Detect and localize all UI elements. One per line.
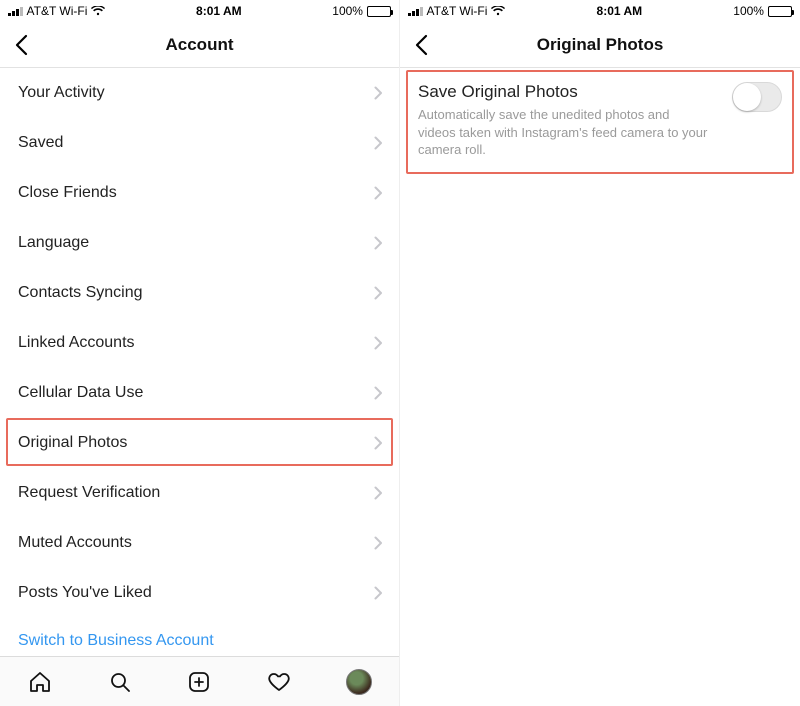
row-cellular-data-use[interactable]: Cellular Data Use [0, 368, 399, 418]
toggle-knob [733, 83, 761, 111]
chevron-right-icon [374, 336, 383, 350]
settings-list: Your Activity Saved Close Friends Langua… [0, 68, 399, 656]
tab-profile[interactable] [345, 668, 373, 696]
battery-icon [768, 6, 792, 17]
row-contacts-syncing[interactable]: Contacts Syncing [0, 268, 399, 318]
clock: 8:01 AM [597, 4, 643, 18]
row-label: Cellular Data Use [18, 384, 143, 402]
chevron-right-icon [374, 586, 383, 600]
tab-home[interactable] [26, 668, 54, 696]
tab-create[interactable] [185, 668, 213, 696]
row-label: Request Verification [18, 484, 160, 502]
carrier-label: AT&T Wi-Fi [27, 4, 88, 18]
tab-bar [0, 656, 399, 706]
row-request-verification[interactable]: Request Verification [0, 468, 399, 518]
row-label: Your Activity [18, 84, 105, 102]
row-label: Contacts Syncing [18, 284, 143, 302]
page-title: Account [166, 35, 234, 55]
status-bar: AT&T Wi-Fi 8:01 AM 100% [400, 0, 800, 22]
row-label: Language [18, 234, 89, 252]
row-language[interactable]: Language [0, 218, 399, 268]
screen-account: AT&T Wi-Fi 8:01 AM 100% Account Your Act… [0, 0, 400, 706]
nav-bar: Original Photos [400, 22, 800, 68]
row-label: Original Photos [18, 434, 127, 452]
row-label: Muted Accounts [18, 534, 132, 552]
battery-percent: 100% [332, 4, 363, 18]
battery-icon [367, 6, 391, 17]
status-bar: AT&T Wi-Fi 8:01 AM 100% [0, 0, 399, 22]
chevron-right-icon [374, 286, 383, 300]
row-label: Saved [18, 134, 63, 152]
setting-description: Automatically save the unedited photos a… [418, 106, 708, 159]
row-original-photos[interactable]: Original Photos [0, 418, 399, 468]
row-label: Posts You've Liked [18, 584, 152, 602]
row-saved[interactable]: Saved [0, 118, 399, 168]
avatar [346, 669, 372, 695]
setting-save-original-photos: Save Original Photos Automatically save … [400, 68, 800, 175]
tab-activity[interactable] [265, 668, 293, 696]
chevron-right-icon [374, 86, 383, 100]
switch-to-business-account[interactable]: Switch to Business Account [0, 618, 399, 656]
back-button[interactable] [408, 22, 434, 67]
row-your-activity[interactable]: Your Activity [0, 68, 399, 118]
chevron-right-icon [374, 186, 383, 200]
nav-bar: Account [0, 22, 399, 68]
row-close-friends[interactable]: Close Friends [0, 168, 399, 218]
back-button[interactable] [8, 22, 34, 67]
row-label: Close Friends [18, 184, 117, 202]
setting-title: Save Original Photos [418, 82, 720, 102]
row-linked-accounts[interactable]: Linked Accounts [0, 318, 399, 368]
chevron-right-icon [374, 486, 383, 500]
chevron-right-icon [374, 436, 383, 450]
row-muted-accounts[interactable]: Muted Accounts [0, 518, 399, 568]
toggle-save-original-photos[interactable] [732, 82, 782, 112]
row-posts-youve-liked[interactable]: Posts You've Liked [0, 568, 399, 618]
carrier-label: AT&T Wi-Fi [427, 4, 488, 18]
signal-icon [8, 6, 23, 16]
screen-original-photos: AT&T Wi-Fi 8:01 AM 100% Original Photos … [400, 0, 800, 706]
chevron-right-icon [374, 536, 383, 550]
chevron-right-icon [374, 386, 383, 400]
tab-search[interactable] [106, 668, 134, 696]
clock: 8:01 AM [196, 4, 242, 18]
wifi-icon [491, 6, 505, 16]
battery-percent: 100% [733, 4, 764, 18]
signal-icon [408, 6, 423, 16]
page-title: Original Photos [537, 35, 664, 55]
wifi-icon [91, 6, 105, 16]
chevron-right-icon [374, 236, 383, 250]
row-label: Linked Accounts [18, 334, 135, 352]
chevron-right-icon [374, 136, 383, 150]
